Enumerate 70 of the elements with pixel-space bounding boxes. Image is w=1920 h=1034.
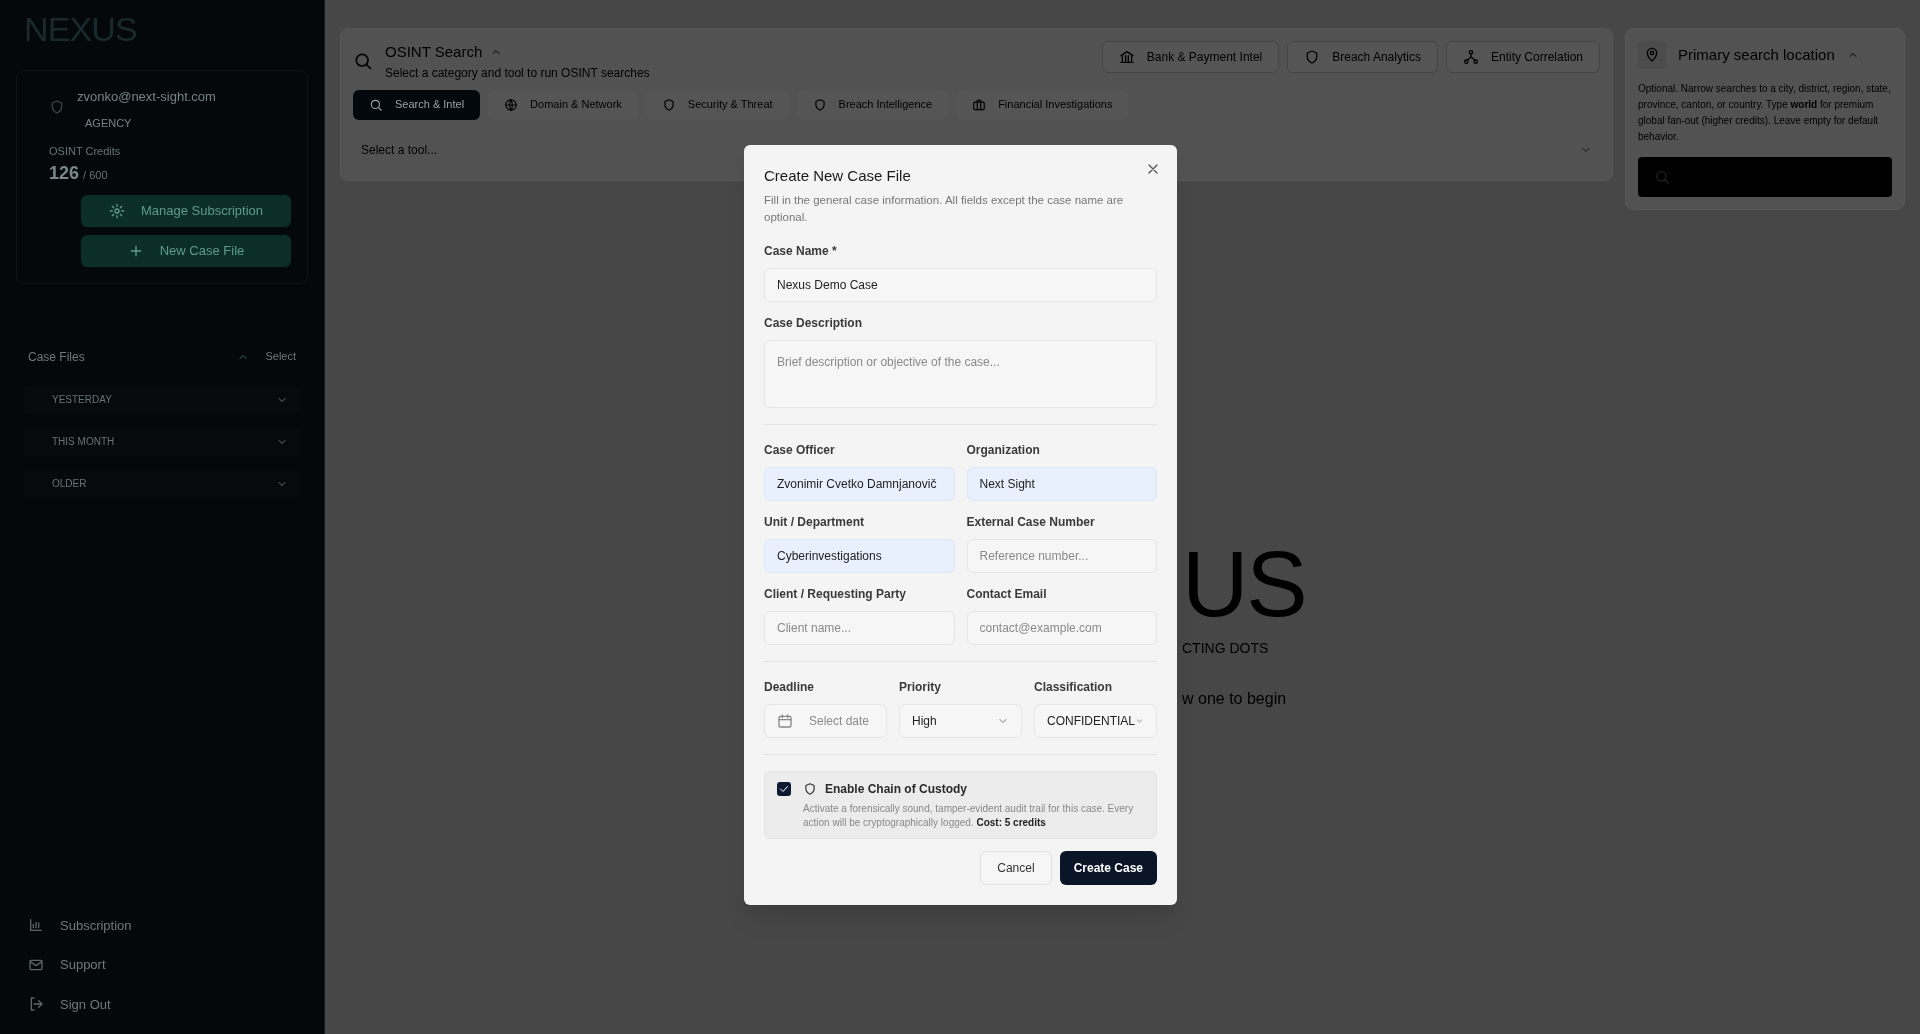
dialog-subtitle: Fill in the general case information. All fields except the case name are optional. bbox=[764, 192, 1125, 225]
tool-select[interactable]: Select a tool... bbox=[353, 131, 1600, 168]
quick-tool-button[interactable]: Bank & Payment Intel bbox=[1101, 41, 1280, 73]
field-label: Deadline bbox=[764, 678, 815, 696]
input-field[interactable]: Client name... bbox=[764, 610, 955, 645]
account-email: zvonko@next-sight.com bbox=[77, 88, 216, 106]
field-label: Case Officer bbox=[764, 441, 836, 459]
chart-icon bbox=[28, 917, 44, 934]
plan-label: AGENCY bbox=[84, 115, 133, 131]
location-search-field[interactable] bbox=[1638, 157, 1892, 197]
credits-label: OSINT Credits bbox=[48, 144, 122, 159]
quick-tool-button[interactable]: Entity Correlation bbox=[1445, 41, 1600, 73]
field-label: Contact Email bbox=[966, 585, 1048, 603]
description-field[interactable]: Brief description or objective of the case... bbox=[764, 339, 1157, 408]
field-label: Case Description bbox=[764, 314, 864, 332]
sidebar-link[interactable]: Sign Out bbox=[60, 994, 111, 1014]
panel-title: OSINT Search bbox=[385, 42, 483, 62]
checkbox[interactable] bbox=[777, 781, 791, 796]
select-field[interactable]: CONFIDENTIAL bbox=[1034, 703, 1157, 738]
section-title: Case Files bbox=[28, 348, 85, 366]
search-icon bbox=[1654, 169, 1670, 185]
credits-total: / 600 bbox=[83, 167, 108, 183]
field-label: Organization bbox=[966, 441, 1041, 459]
input-field[interactable]: Reference number... bbox=[966, 538, 1157, 573]
field-label: Case Name * bbox=[764, 242, 838, 260]
input-field[interactable]: contact@example.com bbox=[966, 610, 1157, 645]
search-icon bbox=[369, 97, 383, 112]
calendar-icon bbox=[777, 712, 793, 729]
field-label: Priority bbox=[899, 678, 942, 696]
splash-hint: w one to begin bbox=[1182, 689, 1287, 709]
field-label: Client / Requesting Party bbox=[764, 585, 908, 603]
field-label: Classification bbox=[1034, 678, 1114, 696]
input-field[interactable]: Zvonimir Cvetko Damnjanovič bbox=[764, 466, 955, 501]
sidebar-button[interactable]: Manage Subscription bbox=[81, 194, 291, 227]
select-button[interactable]: Select bbox=[265, 348, 296, 365]
sign-out-icon bbox=[28, 996, 44, 1013]
create-case-button[interactable]: Create Case bbox=[1059, 850, 1157, 885]
network-icon bbox=[1462, 49, 1479, 65]
shield-icon bbox=[812, 97, 827, 112]
dialog-title: Create New Case File bbox=[764, 166, 911, 186]
cancel-button[interactable]: Cancel bbox=[980, 850, 1052, 885]
select-field[interactable]: High bbox=[899, 703, 1022, 738]
briefcase-icon bbox=[972, 97, 987, 112]
date-field[interactable]: Select date bbox=[764, 703, 887, 738]
shield-icon bbox=[803, 781, 817, 796]
pin-icon bbox=[1638, 41, 1666, 69]
quick-tool-button[interactable]: Breach Analytics bbox=[1287, 41, 1438, 73]
sidebar-link[interactable]: Support bbox=[60, 955, 106, 975]
category-tab[interactable]: Search & Intel bbox=[353, 89, 481, 120]
bank-icon bbox=[1118, 49, 1135, 65]
input-field[interactable]: Next Sight bbox=[966, 466, 1157, 501]
shield-icon bbox=[661, 97, 676, 112]
custody-description: Activate a forensically sound, tamper-evident audit trail for this case. Every action will be cryptographically logged. Cost: 5 credits bbox=[803, 801, 1135, 830]
panel-subtitle: Select a category and tool to run OSINT searches bbox=[385, 64, 650, 82]
input-field[interactable]: Nexus Demo Case bbox=[764, 267, 1157, 302]
input-field[interactable]: Cyberinvestigations bbox=[764, 538, 955, 573]
panel-title: Primary search location bbox=[1678, 44, 1835, 65]
field-label: Unit / Department bbox=[764, 513, 865, 531]
sidebar-button[interactable]: New Case File bbox=[81, 234, 291, 267]
splash-tagline: CTING DOTS bbox=[1182, 639, 1269, 658]
field-label: External Case Number bbox=[966, 513, 1096, 531]
shield-icon bbox=[49, 99, 65, 115]
settings-icon bbox=[108, 202, 125, 219]
search-icon bbox=[353, 51, 373, 72]
globe-icon bbox=[504, 97, 519, 112]
location-description: Optional. Narrow searches to a city, district, region, state, province, canton, or country. Type world for premium global fan-out (higher credits). Leave empty for default behavior. bbox=[1638, 82, 1892, 144]
credits-used: 126 bbox=[49, 161, 80, 185]
splash-logo: US bbox=[1182, 538, 1306, 630]
sidebar-link[interactable]: Subscription bbox=[60, 915, 132, 935]
custody-title: Enable Chain of Custody bbox=[825, 780, 967, 798]
